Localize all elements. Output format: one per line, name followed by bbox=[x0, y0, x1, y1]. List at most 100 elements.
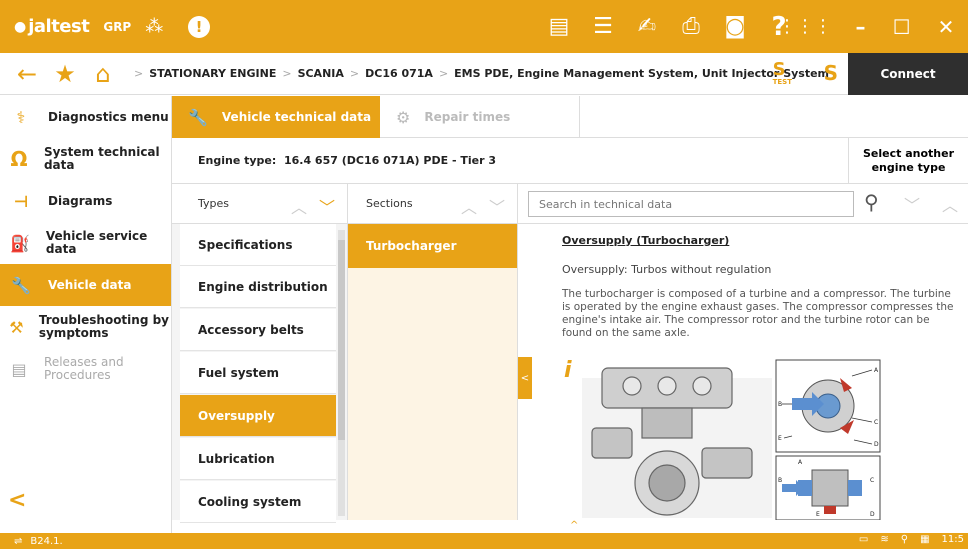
engine-type-label: Engine type: 16.4 657 (DC16 071A) PDE - … bbox=[198, 154, 496, 167]
chevron-up-icon[interactable]: ︿ bbox=[942, 192, 958, 216]
engine-type-value: 16.4 657 (DC16 071A) PDE - Tier 3 bbox=[283, 154, 496, 167]
close-button[interactable]: ✕ bbox=[938, 15, 955, 39]
wrench-icon: 🔧 bbox=[11, 275, 31, 295]
clock-time: 11:5 bbox=[941, 534, 964, 545]
jaltest-logo: ● jaltest GRP ⁂ bbox=[0, 0, 176, 53]
tab-vehicle-technical-data[interactable]: 🔧 Vehicle technical data bbox=[172, 96, 380, 138]
search-icon[interactable]: ⚲ bbox=[864, 190, 879, 214]
technical-content: Oversupply (Turbocharger) Oversupply: Tu… bbox=[532, 224, 968, 520]
back-chevron-icon[interactable]: < bbox=[8, 488, 26, 513]
tab-label: Repair times bbox=[424, 110, 511, 124]
sidebar-item-vehicle-service-data[interactable]: ⛽ Vehicle service data bbox=[0, 222, 171, 264]
doc-icon: ▤ bbox=[11, 359, 27, 379]
figure-label: D bbox=[874, 441, 879, 448]
figure-label: E bbox=[816, 511, 820, 518]
figure-label: D bbox=[870, 511, 875, 518]
sections-header-label: Sections bbox=[366, 197, 413, 210]
sections-list: Turbocharger bbox=[348, 224, 518, 520]
content-subtitle: Oversupply: Turbos without regulation bbox=[562, 263, 772, 276]
sidebar-item-troubleshooting[interactable]: ⚒ Troubleshooting by symptoms bbox=[0, 306, 171, 348]
chevron-up-icon[interactable]: ︿ bbox=[291, 194, 307, 218]
logo-text: jaltest bbox=[28, 16, 90, 37]
figure-label: E bbox=[778, 435, 782, 442]
connect-button[interactable]: Connect bbox=[848, 53, 968, 95]
tools-icon: ⚒ bbox=[9, 317, 24, 337]
logo-dot-icon: ● bbox=[14, 18, 27, 35]
info-icon[interactable]: i bbox=[564, 358, 572, 383]
sidebar-item-releases: ▤ Releases and Procedures bbox=[0, 348, 171, 390]
chevron-down-icon[interactable]: ﹀ bbox=[319, 194, 335, 218]
usb-icon: ⇌ bbox=[14, 535, 23, 547]
types-scrollbar[interactable] bbox=[338, 230, 345, 516]
list-item[interactable]: Lubrication bbox=[180, 438, 336, 480]
grp-label: GRP bbox=[103, 19, 132, 34]
list-item[interactable]: Cooling system bbox=[180, 481, 336, 523]
search-input[interactable]: Search in technical data bbox=[528, 191, 854, 217]
breadcrumb-bar: ← ★ ⌂ > STATIONARY ENGINE > SCANIA > DC1… bbox=[0, 53, 968, 95]
figure-label: C bbox=[870, 477, 874, 484]
collapse-panel-button[interactable]: < bbox=[518, 357, 532, 399]
maximize-button[interactable]: ☐ bbox=[893, 15, 911, 39]
breadcrumb-item[interactable]: SCANIA bbox=[298, 67, 344, 80]
figure-label: B bbox=[778, 401, 782, 408]
select-another-engine-button[interactable]: Select another engine type bbox=[848, 138, 968, 184]
chevron-up-icon[interactable]: ^ bbox=[570, 520, 578, 531]
list-item[interactable]: Turbocharger bbox=[348, 224, 517, 268]
chevron-up-icon[interactable]: ︿ bbox=[461, 194, 477, 218]
sidebar-item-vehicle-data[interactable]: 🔧 Vehicle data bbox=[0, 264, 171, 306]
sidebar: ⚕ Diagnostics menu Ω System technical da… bbox=[0, 96, 172, 533]
scrollbar-thumb[interactable] bbox=[338, 240, 345, 440]
types-list: Specifications Engine distribution Acces… bbox=[172, 224, 348, 523]
top-bar: ● jaltest GRP ⁂ ! ▤ ☰ ✍ ⎙ ◙ ? ⋮⋮⋮ – ☐ ✕ bbox=[0, 0, 968, 53]
sidebar-item-system-technical-data[interactable]: Ω System technical data bbox=[0, 138, 171, 180]
figure-label: C bbox=[874, 419, 878, 426]
home-icon[interactable]: ⌂ bbox=[90, 60, 116, 88]
clipboard-icon[interactable]: ✍ bbox=[634, 14, 660, 39]
apps-grid-icon[interactable]: ⋮⋮⋮ bbox=[778, 16, 832, 37]
version-label: B24.1. bbox=[30, 535, 63, 547]
wifi-icon: ≋ bbox=[880, 534, 889, 545]
wrench-icon: 🔧 bbox=[188, 107, 208, 127]
sidebar-item-diagrams[interactable]: ⊣ Diagrams bbox=[0, 180, 171, 222]
sidebar-item-diagnostics[interactable]: ⚕ Diagnostics menu bbox=[0, 96, 171, 138]
tab-bar: 🔧 Vehicle technical data ⚙ Repair times bbox=[172, 96, 968, 138]
diagnostics-icon: ⚕ bbox=[16, 107, 26, 127]
breadcrumb-item[interactable]: STATIONARY ENGINE bbox=[149, 67, 276, 80]
figure-label: B bbox=[778, 477, 782, 484]
list-icon[interactable]: ☰ bbox=[590, 14, 616, 39]
back-arrow-icon[interactable]: ← bbox=[14, 60, 40, 88]
tab-label: Vehicle technical data bbox=[221, 110, 372, 124]
sections-header: Sections ︿ ﹀ bbox=[348, 184, 518, 224]
calendar-icon: ▦ bbox=[920, 534, 930, 545]
list-item[interactable]: Accessory belts bbox=[180, 309, 336, 351]
test-connector-icon[interactable]: S TEST bbox=[773, 61, 792, 86]
list-item[interactable]: Fuel system bbox=[180, 352, 336, 394]
connector-icon[interactable]: S bbox=[824, 61, 838, 85]
status-bar: ⇌ B24.1. ▭ ≋ ⚲ ▦ 11:5 bbox=[0, 533, 968, 549]
sidebar-item-label: Diagnostics menu bbox=[48, 109, 169, 124]
tab-repair-times[interactable]: ⚙ Repair times bbox=[380, 96, 580, 138]
list-item[interactable]: Engine distribution bbox=[180, 266, 336, 308]
engine-type-row: Engine type: 16.4 657 (DC16 071A) PDE - … bbox=[172, 138, 968, 184]
types-header: Types ︿ ﹀ bbox=[172, 184, 348, 224]
printer-icon[interactable]: ⎙ bbox=[678, 14, 704, 39]
content-title: Oversupply (Turbocharger) bbox=[562, 234, 730, 247]
chevron-down-icon[interactable]: ﹀ bbox=[489, 194, 505, 218]
list-item[interactable]: Specifications bbox=[180, 224, 336, 266]
diagram-icon: ⊣ bbox=[13, 191, 29, 211]
chevron-down-icon[interactable]: ﹀ bbox=[904, 192, 920, 216]
report-icon[interactable]: ▤ bbox=[546, 14, 572, 39]
breadcrumb-item[interactable]: DC16 071A bbox=[365, 67, 433, 80]
grp-boxes-icon[interactable]: ⁂ bbox=[145, 16, 163, 37]
search-small-icon: ⚲ bbox=[900, 534, 909, 545]
alert-icon[interactable]: ! bbox=[188, 15, 210, 38]
breadcrumb: > STATIONARY ENGINE > SCANIA > DC16 071A… bbox=[134, 67, 830, 80]
camera-icon[interactable]: ◙ bbox=[722, 14, 748, 39]
star-icon[interactable]: ★ bbox=[52, 60, 78, 88]
list-item[interactable]: Oversupply bbox=[180, 395, 336, 437]
gear-clock-icon: ⚙ bbox=[396, 107, 411, 127]
sidebar-item-label: System technical data bbox=[43, 145, 160, 172]
minimize-button[interactable]: – bbox=[856, 15, 866, 39]
turbocharger-diagram: A B C D E A B C D E bbox=[582, 359, 881, 520]
oilcan-icon: ⛽ bbox=[9, 233, 30, 253]
